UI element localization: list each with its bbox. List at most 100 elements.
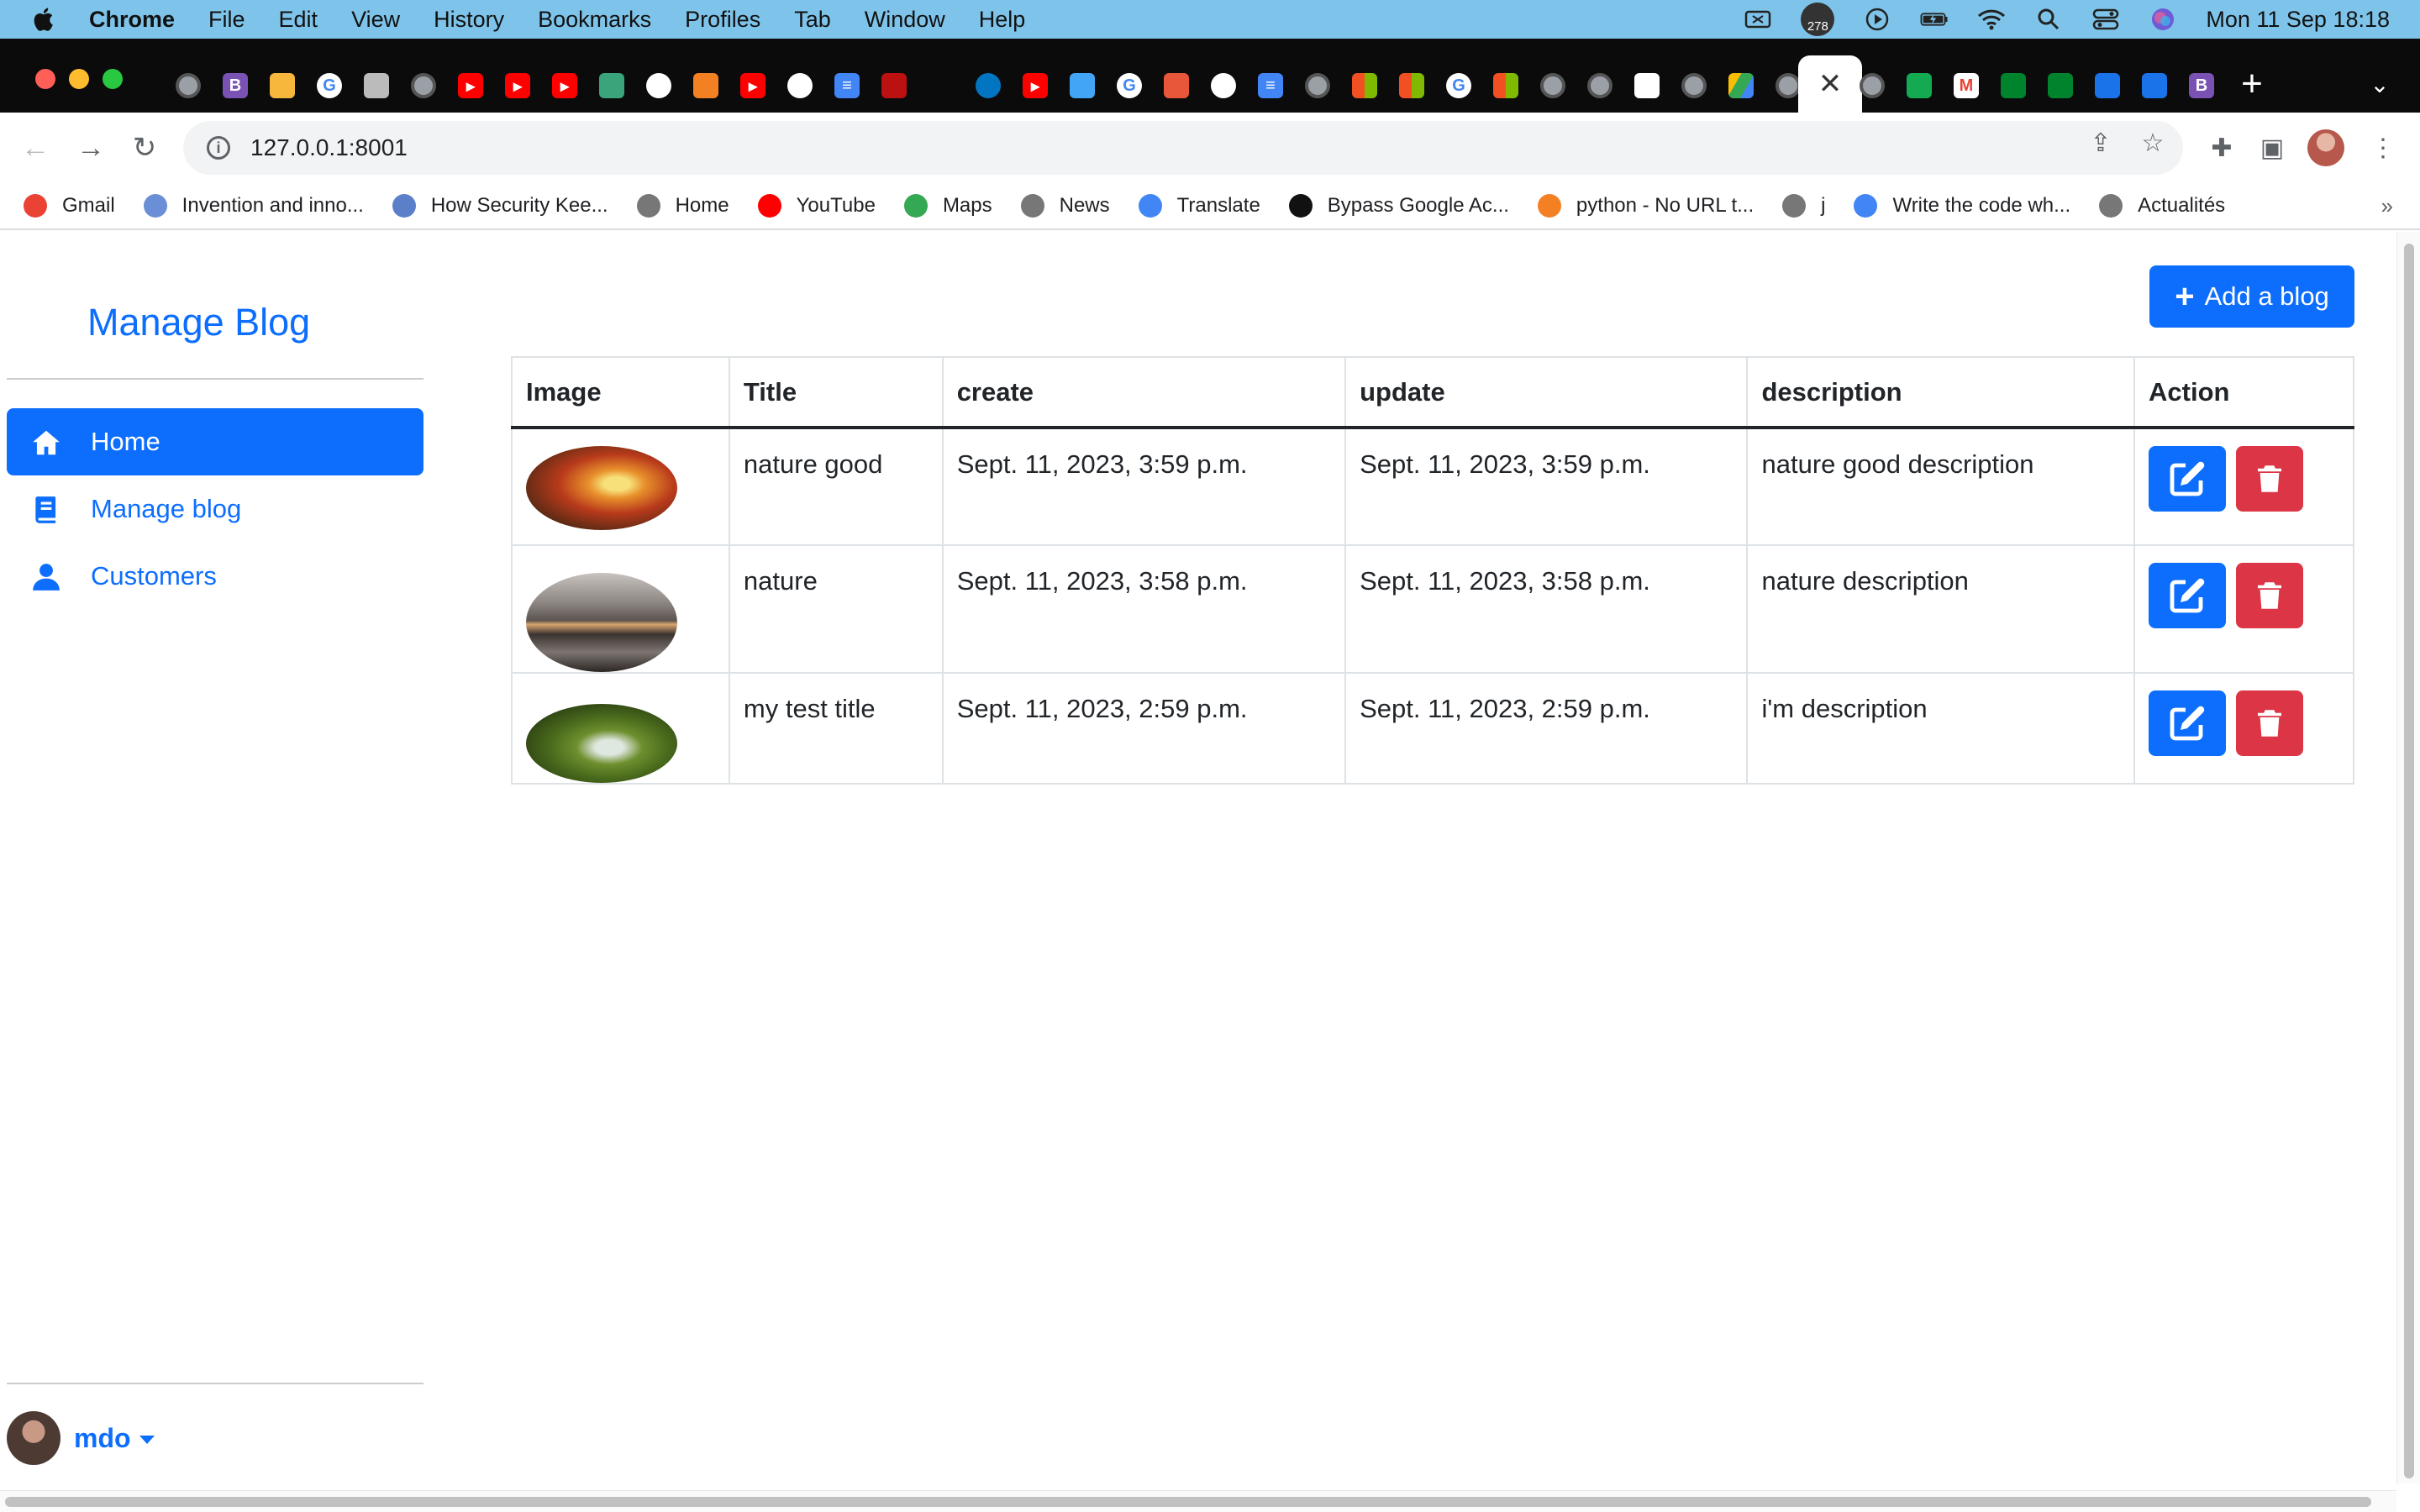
address-url[interactable]: 127.0.0.1:8001	[250, 134, 408, 161]
tab-google-2[interactable]: G	[1106, 64, 1153, 108]
tab-stackoverflow[interactable]	[682, 64, 729, 108]
tab-screen[interactable]	[871, 64, 918, 108]
horizontal-scroll-thumb[interactable]	[5, 1497, 2371, 1507]
bookmark-item[interactable]: Invention and inno...	[143, 194, 364, 218]
notification-count-badge[interactable]: 278	[1801, 3, 1835, 36]
menu-history[interactable]: History	[434, 7, 504, 33]
close-tab-icon[interactable]: ✕	[1818, 67, 1843, 101]
chrome-menu-icon[interactable]: ⋮	[2365, 129, 2402, 166]
battery-icon[interactable]	[1920, 7, 1949, 32]
tab-youtube[interactable]: ▸	[447, 64, 494, 108]
bookmark-item[interactable]: News	[1020, 194, 1110, 218]
sidebar-item-manage-blog[interactable]: Manage blog	[7, 475, 424, 543]
new-tab-button[interactable]: +	[2235, 63, 2269, 104]
reload-icon[interactable]: ↻	[126, 129, 163, 166]
tab-globe-4[interactable]	[1529, 64, 1576, 108]
side-panel-icon[interactable]: ▣	[2254, 129, 2291, 166]
tab-docs-2[interactable]: ≡	[1247, 64, 1294, 108]
bookmark-item[interactable]: Actualités	[2099, 194, 2225, 218]
user-dropdown[interactable]: mdo	[7, 1411, 155, 1465]
tab-microsoft[interactable]	[1341, 64, 1388, 108]
tab-microsoft-3[interactable]	[1482, 64, 1529, 108]
edit-button[interactable]	[2149, 563, 2227, 628]
tab-youtube-2[interactable]: ▸	[494, 64, 541, 108]
bookmark-item[interactable]: How Security Kee...	[392, 194, 608, 218]
tab-flutter[interactable]	[1059, 64, 1106, 108]
bookmark-star-icon[interactable]: ☆	[2136, 126, 2170, 160]
bookmark-item[interactable]: Home	[636, 194, 729, 218]
tab-youtube-3[interactable]: ▸	[541, 64, 588, 108]
bookmark-item[interactable]: Maps	[903, 194, 992, 218]
vertical-scroll-thumb[interactable]	[2404, 244, 2414, 1478]
add-blog-button[interactable]: + Add a blog	[2149, 265, 2354, 328]
tab-microsoft-2[interactable]	[1388, 64, 1435, 108]
bookmark-item[interactable]: Gmail	[24, 194, 115, 218]
menu-bookmarks[interactable]: Bookmarks	[538, 7, 651, 33]
zoom-window-button[interactable]	[103, 69, 123, 89]
tab-office[interactable]	[1153, 64, 1200, 108]
tab-google-3[interactable]: G	[1435, 64, 1482, 108]
edit-button[interactable]	[2149, 446, 2227, 512]
tab-mongodb[interactable]	[1896, 64, 1943, 108]
bookmarks-overflow-chevron-icon[interactable]: »	[2381, 193, 2393, 219]
menu-profiles[interactable]: Profiles	[685, 7, 760, 33]
share-icon[interactable]: ⇪	[2084, 126, 2118, 160]
sidebar-item-customers[interactable]: Customers	[7, 543, 424, 610]
edit-button[interactable]	[2149, 690, 2227, 756]
wifi-icon[interactable]	[1977, 7, 2006, 32]
menu-window[interactable]: Window	[865, 7, 945, 33]
tab-youtube-4[interactable]: ▸	[729, 64, 776, 108]
tab-database[interactable]	[353, 64, 400, 108]
bookmark-item[interactable]: Bypass Google Ac...	[1288, 194, 1509, 218]
horizontal-scrollbar[interactable]	[0, 1490, 2396, 1512]
tab-docs[interactable]: ≡	[823, 64, 871, 108]
tab-github-2[interactable]	[776, 64, 823, 108]
blog-thumbnail-mossy-stream[interactable]	[526, 704, 677, 783]
tab-blank[interactable]	[918, 64, 965, 108]
tab-search-chevron-icon[interactable]: ⌄	[2363, 67, 2396, 101]
spotlight-search-icon[interactable]	[2034, 7, 2063, 32]
tab-globe-8[interactable]	[1849, 64, 1896, 108]
profile-avatar[interactable]	[2307, 129, 2344, 166]
sidebar-brand[interactable]: Manage Blog	[87, 301, 310, 344]
address-bar[interactable]: i 127.0.0.1:8001	[183, 121, 2183, 175]
tab-github[interactable]	[635, 64, 682, 108]
tab-tool[interactable]	[259, 64, 306, 108]
siri-icon[interactable]	[2149, 7, 2177, 32]
menu-file[interactable]: File	[208, 7, 245, 33]
clock-datetime[interactable]: Mon 11 Sep 18:18	[2206, 7, 2390, 33]
tab-leaf[interactable]	[588, 64, 635, 108]
tab-globe-3[interactable]	[1294, 64, 1341, 108]
back-arrow-icon[interactable]: ←	[17, 129, 54, 166]
delete-button[interactable]	[2236, 690, 2304, 756]
menu-edit[interactable]: Edit	[279, 7, 318, 33]
tab-globe-2[interactable]	[400, 64, 447, 108]
forward-arrow-icon[interactable]: →	[72, 129, 109, 166]
menu-app-name[interactable]: Chrome	[89, 7, 175, 33]
bookmark-item[interactable]: YouTube	[757, 194, 876, 218]
tab-dart[interactable]	[965, 64, 1012, 108]
blog-thumbnail-mountain-lake[interactable]	[526, 573, 677, 672]
screen-mirror-icon[interactable]	[1744, 7, 1772, 32]
tab-flag-2[interactable]	[2131, 64, 2178, 108]
bookmark-item[interactable]: Write the code wh...	[1854, 194, 2070, 218]
bookmark-item[interactable]: j	[1782, 194, 1825, 218]
blog-thumbnail-autumn-forest[interactable]	[526, 446, 677, 530]
menu-view[interactable]: View	[351, 7, 400, 33]
tab-github-3[interactable]	[1200, 64, 1247, 108]
tab-globe-5[interactable]	[1576, 64, 1623, 108]
tab-flag[interactable]	[2084, 64, 2131, 108]
tab-box[interactable]	[1623, 64, 1670, 108]
tab-bootstrap-2[interactable]: B	[2178, 64, 2225, 108]
bookmark-item[interactable]: python - No URL t...	[1537, 194, 1754, 218]
tab-gmail[interactable]: M	[1943, 64, 1990, 108]
extensions-puzzle-icon[interactable]: ✚	[2203, 129, 2240, 166]
sidebar-item-home[interactable]: Home	[7, 408, 424, 475]
delete-button[interactable]	[2236, 563, 2304, 628]
tab-google[interactable]: G	[306, 64, 353, 108]
close-window-button[interactable]	[35, 69, 55, 89]
tab-drive[interactable]	[1718, 64, 1765, 108]
tab-meet-2[interactable]	[2037, 64, 2084, 108]
menu-tab[interactable]: Tab	[794, 7, 831, 33]
tab-globe-6[interactable]	[1670, 64, 1718, 108]
